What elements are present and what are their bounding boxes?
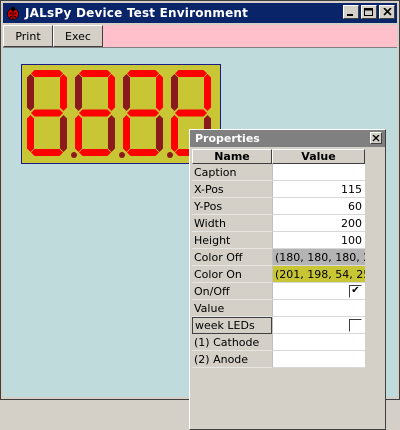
maximize-icon <box>364 7 373 16</box>
segment-g <box>127 109 159 117</box>
segment-f <box>123 74 130 111</box>
segment-b <box>108 74 115 111</box>
segment-e <box>75 115 82 152</box>
property-grid: Name Value Caption X-Pos 115 Y-Pos 60 Width 20… <box>192 149 365 368</box>
column-header-value[interactable]: Value <box>272 149 365 164</box>
property-name: (2) Anode <box>192 351 272 368</box>
checkbox[interactable]: ✔ <box>349 284 362 298</box>
segment-g <box>175 109 207 117</box>
property-value[interactable] <box>272 164 365 181</box>
segment-f <box>171 74 178 111</box>
segment-d <box>31 149 63 156</box>
segment-e <box>171 115 178 152</box>
segment-d <box>127 149 159 156</box>
decimal-point <box>167 152 173 158</box>
segment-d <box>79 149 111 156</box>
property-row[interactable]: Height 100 <box>192 232 365 249</box>
properties-title-text: Properties <box>195 132 260 145</box>
property-value[interactable] <box>272 317 365 334</box>
segment-g <box>31 109 63 117</box>
property-row[interactable]: On/Off ✔ <box>192 283 365 300</box>
segment-b <box>60 74 67 111</box>
segment-a <box>31 70 63 77</box>
property-name: week LEDs <box>192 317 272 334</box>
property-name: Value <box>192 300 272 317</box>
checkbox[interactable] <box>349 318 362 332</box>
property-name: Color Off <box>192 249 272 266</box>
canvas-area[interactable]: Properties Name Value Caption X-Pos 115 Y-P… <box>3 47 397 430</box>
property-value[interactable] <box>272 351 365 368</box>
property-row[interactable]: (2) Anode <box>192 351 365 368</box>
decimal-point <box>71 152 77 158</box>
toolbar: Print Exec <box>3 25 397 47</box>
property-value[interactable]: 100 <box>272 232 365 249</box>
ladybug-icon[interactable] <box>6 6 20 20</box>
minimize-button[interactable] <box>343 5 359 19</box>
segment-c <box>156 115 163 152</box>
property-row[interactable]: week LEDs <box>192 317 365 334</box>
property-name: Y-Pos <box>192 198 272 215</box>
print-button[interactable]: Print <box>3 25 53 47</box>
segment-f <box>27 74 34 111</box>
property-row[interactable]: Y-Pos 60 <box>192 198 365 215</box>
property-row[interactable]: Width 200 <box>192 215 365 232</box>
properties-close-button[interactable] <box>370 132 382 144</box>
property-name: On/Off <box>192 283 272 300</box>
property-value[interactable]: 200 <box>272 215 365 232</box>
property-name: X-Pos <box>192 181 272 198</box>
segment-e <box>123 115 130 152</box>
close-icon <box>372 134 380 141</box>
property-name: Height <box>192 232 272 249</box>
main-window: JALsPy Device Test Environment Print Exe… <box>0 0 400 430</box>
property-name: Color On <box>192 266 272 283</box>
property-row[interactable]: Color Off(180, 180, 180, 255) <box>192 249 365 266</box>
segment-e <box>27 115 34 152</box>
minimize-icon <box>347 14 353 16</box>
segment-a <box>175 70 207 77</box>
property-value[interactable]: (201, 198, 54, 255) <box>272 266 365 283</box>
property-row[interactable]: X-Pos 115 <box>192 181 365 198</box>
column-header-name[interactable]: Name <box>192 149 272 164</box>
window-title: JALsPy Device Test Environment <box>25 6 249 20</box>
property-name: Width <box>192 215 272 232</box>
exec-button[interactable]: Exec <box>53 25 103 47</box>
properties-panel: Properties Name Value Caption X-Pos 115 Y-P… <box>189 129 386 430</box>
property-row[interactable]: Value <box>192 300 365 317</box>
close-icon <box>382 8 392 16</box>
property-value[interactable]: ✔ <box>272 283 365 300</box>
close-button[interactable] <box>379 5 395 19</box>
property-row[interactable]: (1) Cathode <box>192 334 365 351</box>
property-value[interactable]: (180, 180, 180, 255) <box>272 249 365 266</box>
property-value[interactable]: 115 <box>272 181 365 198</box>
decimal-point <box>119 152 125 158</box>
title-bar[interactable]: JALsPy Device Test Environment <box>3 3 397 23</box>
segment-f <box>75 74 82 111</box>
property-value[interactable]: 60 <box>272 198 365 215</box>
maximize-button[interactable] <box>361 5 377 19</box>
segment-c <box>60 115 67 152</box>
segment-g <box>79 109 111 117</box>
segment-c <box>108 115 115 152</box>
properties-title[interactable]: Properties <box>190 130 385 147</box>
segment-b <box>156 74 163 111</box>
property-value[interactable] <box>272 300 365 317</box>
segment-a <box>79 70 111 77</box>
segment-a <box>127 70 159 77</box>
property-value[interactable] <box>272 334 365 351</box>
properties-scrollbar[interactable] <box>367 149 383 427</box>
property-row[interactable]: Color On(201, 198, 54, 255) <box>192 266 365 283</box>
property-row[interactable]: Caption <box>192 164 365 181</box>
segment-b <box>204 74 211 111</box>
property-name: (1) Cathode <box>192 334 272 351</box>
property-name: Caption <box>192 164 272 181</box>
